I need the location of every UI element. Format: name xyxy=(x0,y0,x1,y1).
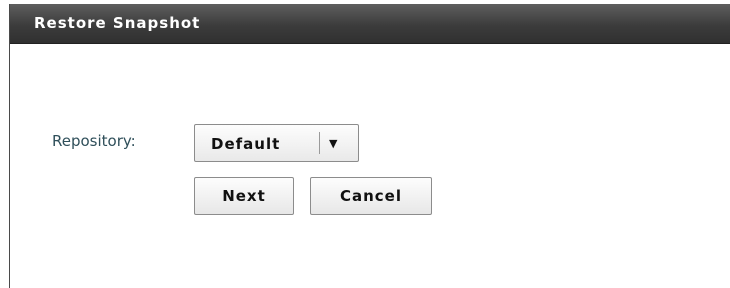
dialog-titlebar: Restore Snapshot xyxy=(10,4,730,44)
repository-selected-value: Default xyxy=(211,135,281,153)
restore-snapshot-dialog: Restore Snapshot Repository: Default ▼ N… xyxy=(9,4,730,288)
chevron-down-icon[interactable]: ▼ xyxy=(329,137,337,150)
next-button[interactable]: Next xyxy=(194,177,294,215)
dialog-title: Restore Snapshot xyxy=(34,14,201,32)
repository-select[interactable]: Default ▼ xyxy=(194,124,359,162)
repository-label: Repository: xyxy=(52,132,136,150)
select-divider xyxy=(319,132,320,154)
cancel-button[interactable]: Cancel xyxy=(310,177,432,215)
